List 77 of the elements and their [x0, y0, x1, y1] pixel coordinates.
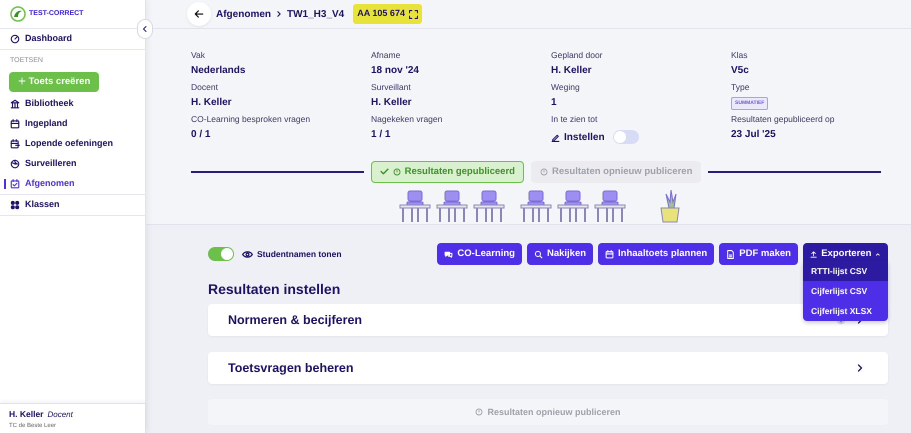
detail-value: 18 nov '24: [371, 64, 420, 78]
logo-icon: [10, 6, 26, 22]
settings-card[interactable]: Toetsvragen beheren: [208, 352, 888, 384]
card-title: Normeren & becijferen: [228, 312, 362, 329]
detail-value: 23 Jul '25: [731, 128, 777, 142]
grid-icon: [10, 200, 20, 210]
arrow-left-icon: [194, 9, 204, 19]
breadcrumb-link[interactable]: Afgenomen: [216, 6, 271, 22]
menu-item[interactable]: Cijferlijst CSV: [803, 281, 888, 301]
sidebar-item[interactable]: Lopende oefeningen: [0, 134, 145, 154]
collapse-button[interactable]: [137, 19, 153, 39]
action-button[interactable]: CO-Learning: [437, 243, 522, 266]
toggle-label: Studentnamen tonen: [257, 248, 342, 260]
calendar-arrow-icon: [10, 138, 20, 149]
toggle-switch[interactable]: [612, 130, 639, 144]
library-icon: [10, 98, 20, 109]
user-role: Docent: [48, 410, 73, 419]
section-title: Resultaten instellen: [208, 280, 340, 300]
clock-icon: [540, 168, 548, 176]
action-button[interactable]: PDF maken: [719, 243, 798, 266]
chevron-right-icon: [276, 11, 282, 17]
test-code: AA 105 674: [353, 4, 422, 24]
detail-label: In te zien tot: [551, 113, 598, 126]
detail-label: Nagekeken vragen: [371, 113, 444, 126]
calendar-icon: [605, 250, 614, 259]
card-title: Toetsvragen beheren: [228, 360, 354, 377]
detail-label: Afname: [371, 49, 402, 62]
globe-icon: [10, 158, 20, 169]
chat-icon: [444, 250, 454, 259]
calendar-icon: [10, 118, 20, 129]
detail-label: Vak: [191, 49, 206, 62]
detail-label: Klas: [731, 49, 749, 62]
detail-value: V5c: [731, 64, 750, 78]
upload-icon: [810, 250, 818, 259]
action-button[interactable]: Nakijken: [526, 243, 594, 266]
sidebar-item[interactable]: Afgenomen: [0, 174, 145, 194]
detail-label: CO-Learning besproken vragen: [191, 113, 312, 126]
detail-value: 1 / 1: [371, 128, 392, 142]
detail-label: Type: [731, 80, 750, 94]
detail-label: Docent: [191, 80, 219, 94]
file-icon: [726, 250, 736, 259]
detail-value: H. Keller: [551, 64, 593, 78]
expand-icon: [408, 10, 418, 18]
set-link[interactable]: Instellen: [564, 130, 605, 145]
sidebar-item[interactable]: Klassen: [0, 194, 145, 215]
check-icon: [380, 167, 389, 176]
action-button[interactable]: Inhaaltoets plannen: [598, 243, 714, 266]
plus-icon: [18, 76, 26, 85]
clock-icon: [392, 168, 401, 176]
clock-icon: [475, 408, 484, 416]
menu-item[interactable]: RTTI-lijst CSV: [803, 261, 888, 281]
chevron-left-icon: [141, 25, 149, 33]
back-button[interactable]: [187, 2, 211, 26]
detail-value: H. Keller: [191, 96, 233, 110]
sidebar-item[interactable]: Surveilleren: [0, 154, 145, 174]
breadcrumb-current: TW1_H3_V4: [287, 8, 344, 22]
detail-value: 1: [551, 96, 558, 110]
user-name: H. Keller: [9, 408, 44, 419]
pencil-icon: [551, 132, 560, 142]
sidebar-item[interactable]: Bibliotheek: [0, 94, 145, 114]
detail-label: Gepland door: [551, 49, 604, 62]
detail-label: Weging: [551, 80, 581, 94]
calendar-check-icon: [10, 178, 20, 189]
detail-value: H. Keller: [371, 96, 413, 110]
sidebar-item[interactable]: Ingepland: [0, 114, 145, 134]
detail-value: Nederlands: [191, 64, 246, 78]
caret-up-icon: [875, 250, 881, 258]
chevron-right-icon: [856, 364, 864, 372]
search-icon: [534, 250, 543, 259]
menu-item[interactable]: Cijferlijst XLSX: [803, 301, 888, 321]
toggle-switch[interactable]: [208, 247, 234, 262]
detail-value: 0 / 1: [191, 128, 212, 142]
eye-icon: [242, 248, 253, 260]
detail-label: Surveillant: [371, 80, 412, 94]
dashboard-icon: [10, 34, 20, 44]
detail-label: Resultaten gepubliceerd op: [731, 113, 836, 126]
sidebar-item[interactable]: Dashboard: [0, 29, 145, 49]
